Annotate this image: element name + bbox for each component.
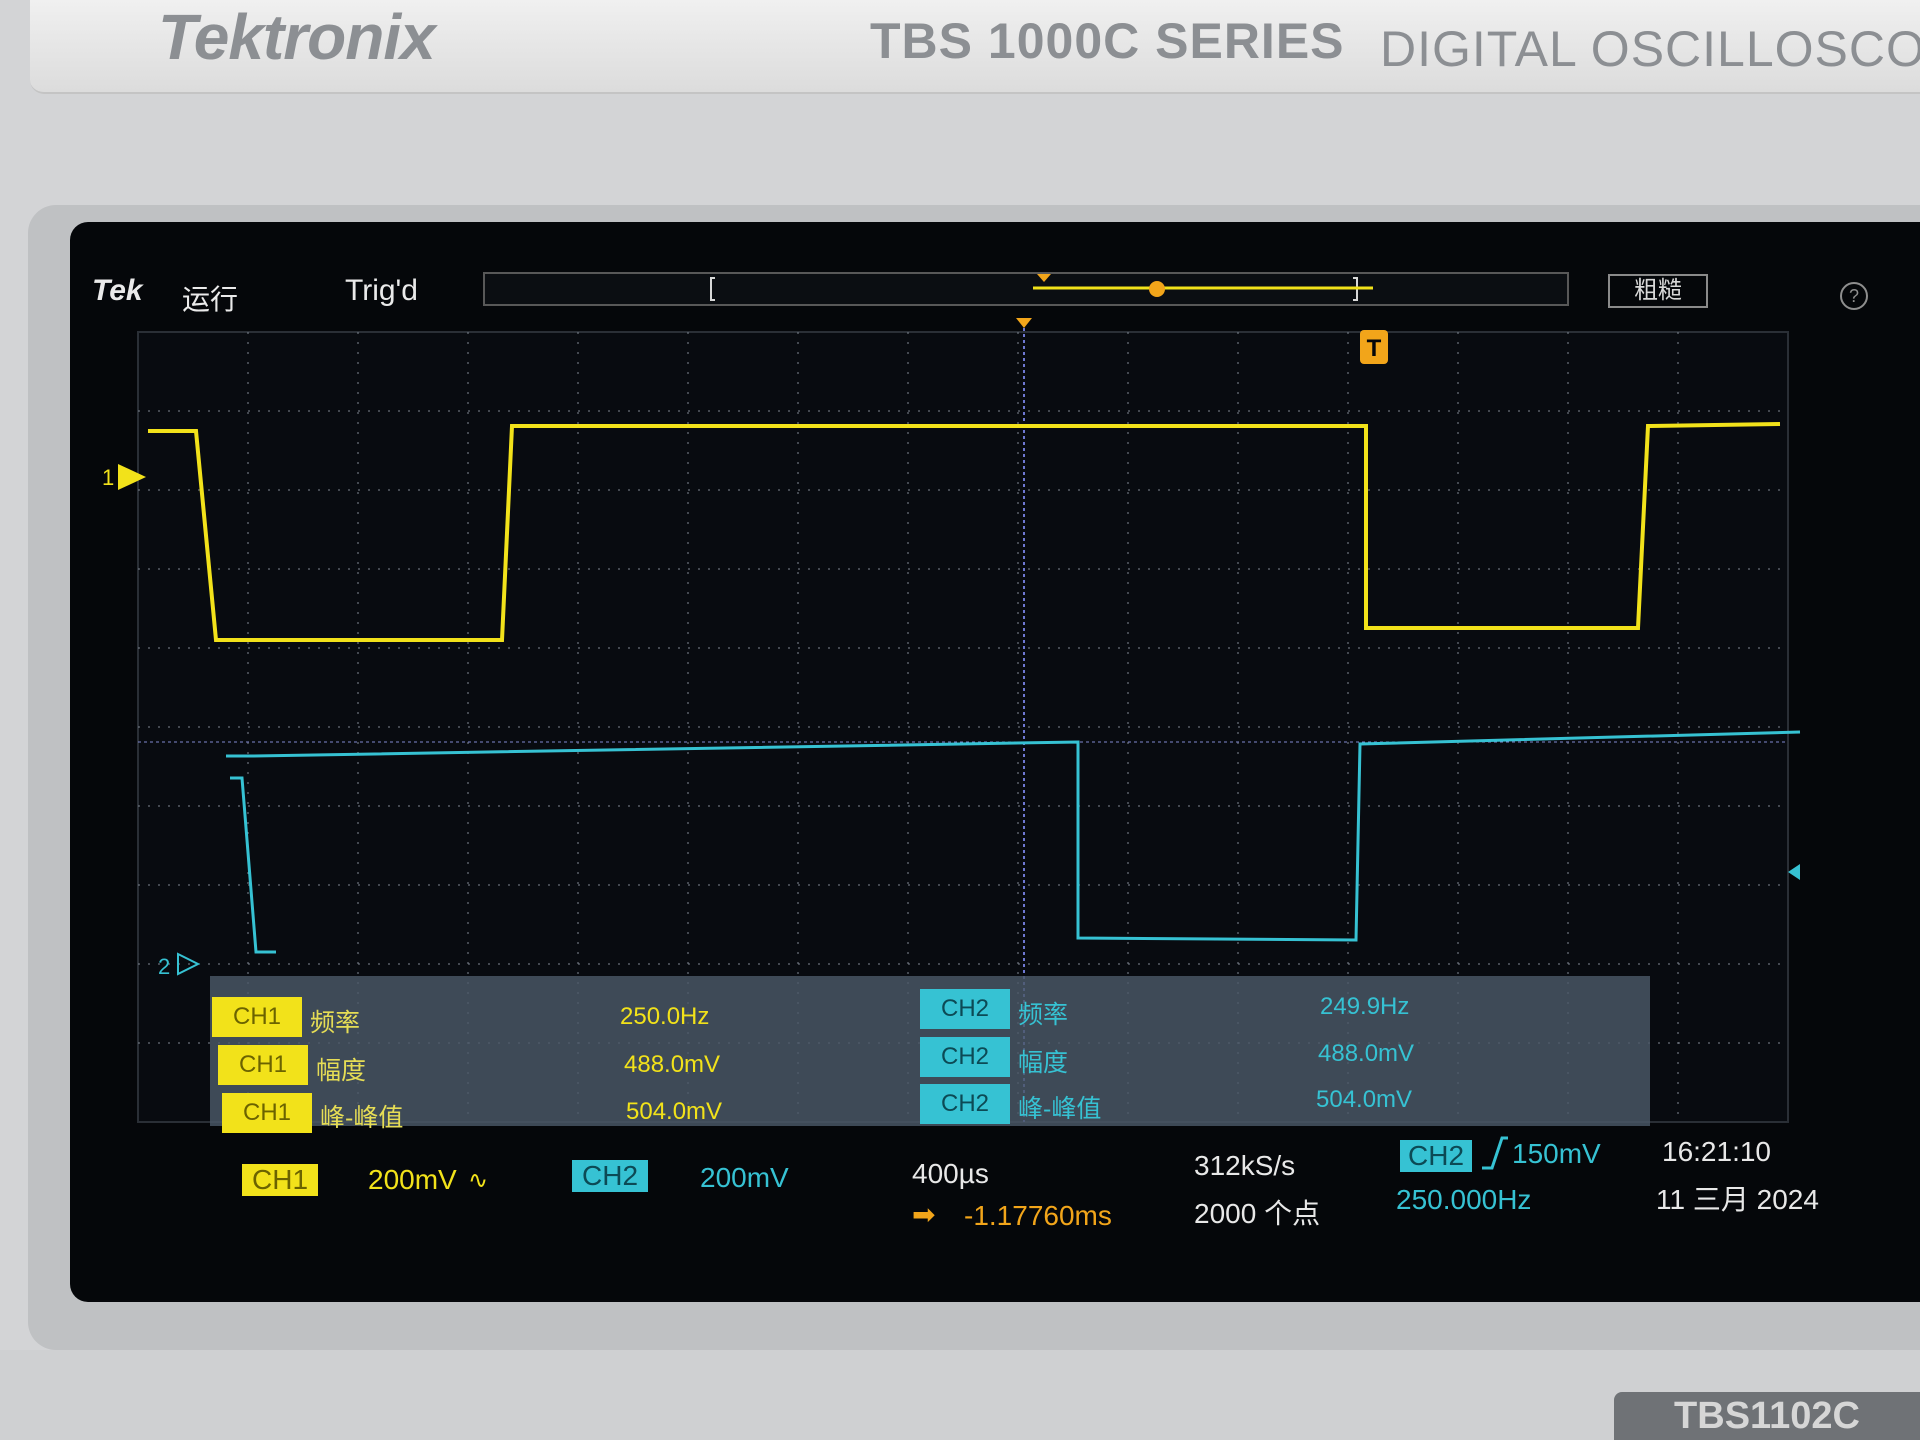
svg-text:2: 2 [158, 954, 170, 979]
ch2-freq-label: CH2 [920, 989, 1010, 1029]
trigger-frequency: 250.000Hz [1396, 1184, 1532, 1215]
ch2-amplitude-label: CH2 [920, 1037, 1010, 1077]
delay-arrow-icon: ➡ [912, 1199, 936, 1230]
trigger-level-marker: T [1360, 330, 1388, 364]
model-label: TBS1102C [1614, 1392, 1920, 1440]
ch2-amplitude-value: 488.0mV [1318, 1040, 1415, 1067]
ch1-amplitude-label: CH1 [218, 1045, 308, 1085]
svg-text:1: 1 [102, 465, 114, 490]
record-length: 2000 个点 [1194, 1198, 1321, 1229]
ch1-freq-name: 频率 [310, 1009, 361, 1037]
ch1-amplitude-name: 幅度 [316, 1057, 367, 1085]
ch1-coupling-icon: ∿ [468, 1167, 489, 1194]
ch1-pk-pk-label: CH1 [222, 1093, 312, 1133]
clock-date: 11 三月 2024 [1656, 1184, 1819, 1215]
waveform-display: T 1 2 [102, 318, 1801, 1123]
ch2-pk-pk-value: 504.0mV [1316, 1086, 1413, 1113]
clock-time: 16:21:10 [1662, 1136, 1771, 1167]
series-label: TBS 1000C SERIES [870, 13, 1345, 69]
instrument-top-panel: Tektronix TBS 1000C SERIES DIGITAL OSCIL… [30, 0, 1920, 94]
ch1-scale: 200mV [368, 1164, 457, 1195]
ch2-pk-pk-name: 峰-峰值 [1018, 1095, 1102, 1123]
ch2-freq-name: 频率 [1018, 1001, 1069, 1029]
ch2-scale: 200mV [700, 1162, 789, 1193]
trigger-source[interactable]: CH2 [1400, 1140, 1473, 1172]
product-type-label: DIGITAL OSCILLOSCOPE [1380, 21, 1920, 77]
rising-edge-icon [1482, 1136, 1508, 1170]
ch1-pk-pk-name: 峰-峰值 [320, 1104, 404, 1132]
timebase-scale: 400µs [912, 1158, 989, 1189]
oscilloscope-screen: Tek 运行 Trig'd 粗糙 ? T 1 2 CH1 频率 250.0Hz … [70, 222, 1920, 1302]
ch1-freq-value: 250.0Hz [620, 1003, 710, 1030]
ch2-amplitude-name: 幅度 [1018, 1049, 1069, 1077]
ch2-freq-value: 249.9Hz [1320, 993, 1410, 1020]
sample-rate: 312kS/s [1194, 1150, 1296, 1181]
ch2-status-label[interactable]: CH2 [572, 1160, 649, 1192]
ch1-pk-pk-value: 504.0mV [626, 1098, 723, 1125]
trigger-position-marker [1016, 318, 1032, 328]
ch1-amplitude-value: 488.0mV [624, 1051, 721, 1078]
horizontal-delay: -1.17760ms [964, 1200, 1112, 1231]
trigger-level: 150mV [1512, 1138, 1601, 1169]
ch2-pk-pk-label: CH2 [920, 1084, 1010, 1124]
svg-text:T: T [1367, 335, 1382, 362]
ch1-status-label[interactable]: CH1 [242, 1164, 319, 1196]
ch2-offset-arrow [1788, 864, 1800, 880]
brand-logo: Tektronix [158, 1, 436, 73]
ch1-freq-label: CH1 [212, 997, 302, 1037]
